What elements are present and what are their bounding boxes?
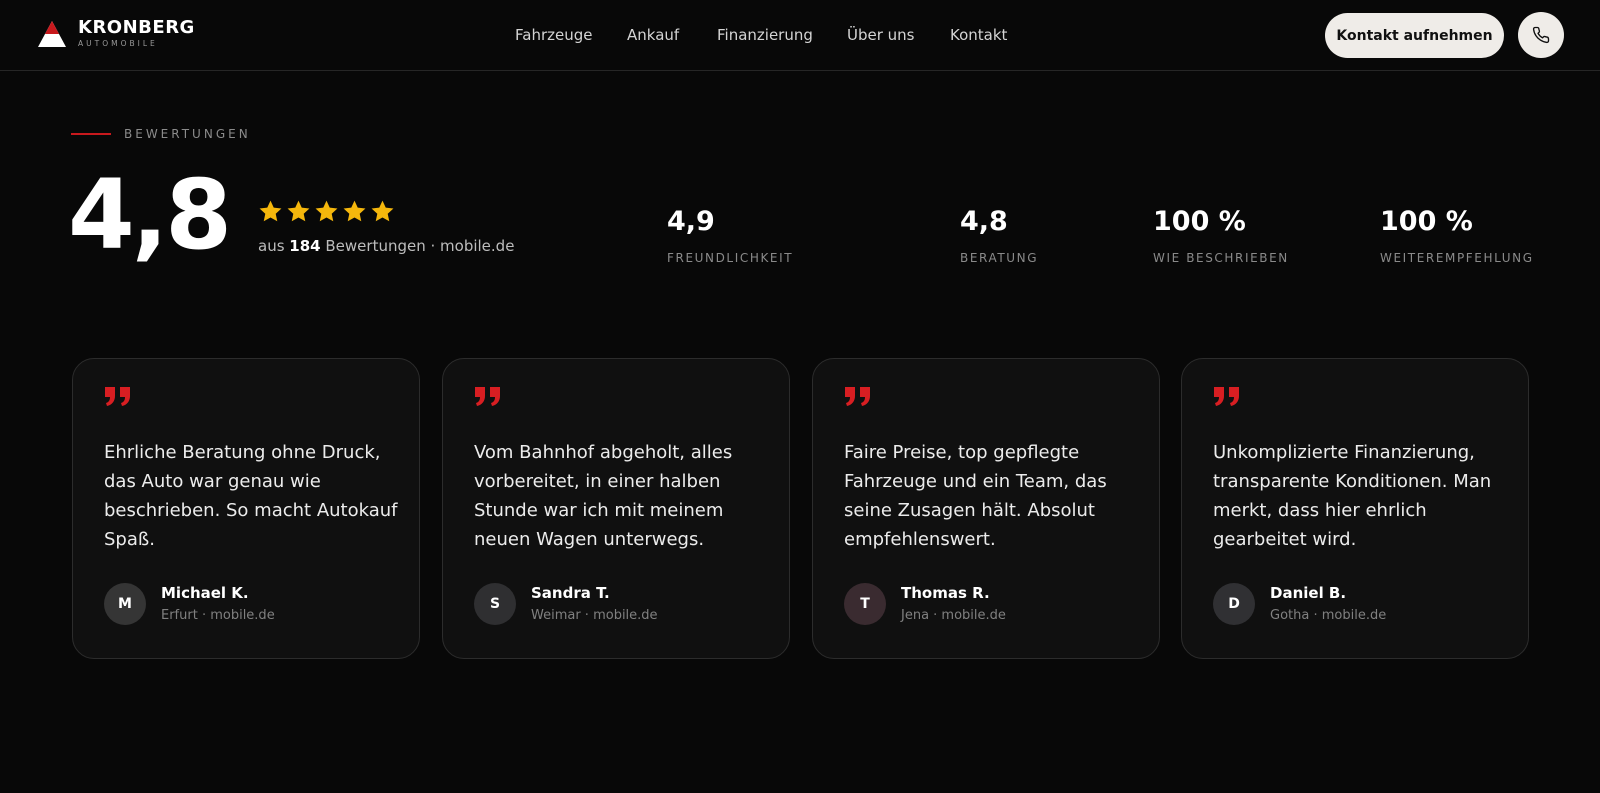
stat-freundlichkeit: 4,9 FREUNDLICHKEIT [667, 205, 793, 265]
nav-item-kontakt[interactable]: Kontakt [950, 26, 1007, 44]
rating-summary: aus 184 Bewertungen · mobile.de [258, 237, 514, 255]
star-icon [315, 200, 338, 222]
quote-icon [845, 387, 870, 406]
stat-value: 4,8 [960, 206, 1008, 237]
stat-value: 100 % [1153, 206, 1246, 237]
author-name: Sandra T. [531, 584, 610, 602]
review-text: Ehrliche Beratung ohne Druck, das Auto w… [104, 442, 398, 550]
nav-item-ueber-uns[interactable]: Über uns [847, 26, 915, 44]
stat-beratung: 4,8 BERATUNG [960, 205, 1038, 265]
star-icon [287, 200, 310, 222]
avatar: M [104, 583, 146, 625]
avatar: D [1213, 583, 1255, 625]
review-count: 184 [289, 237, 321, 255]
star-icon [259, 200, 282, 222]
star-icon [371, 200, 394, 222]
phone-button[interactable] [1518, 12, 1564, 58]
avatar: T [844, 583, 886, 625]
quote-icon [475, 387, 500, 406]
stat-label: WIE BESCHRIEBEN [1153, 251, 1289, 265]
author-name: Daniel B. [1270, 584, 1347, 602]
stat-label: BERATUNG [960, 251, 1039, 265]
rating-sub-suffix: Bewertungen · mobile.de [325, 237, 515, 255]
phone-icon [1532, 26, 1550, 44]
section-label-text: BEWERTUNGEN [124, 127, 251, 141]
stat-label: FREUNDLICHKEIT [667, 251, 794, 265]
review-card: Unkomplizierte Finanzierung, transparent… [1181, 358, 1529, 659]
author-meta: Jena · mobile.de [901, 608, 1006, 623]
author-name: Thomas R. [901, 584, 990, 602]
avatar: S [474, 583, 516, 625]
star-icon [343, 200, 366, 222]
quote-icon [105, 387, 130, 406]
author-meta: Weimar · mobile.de [531, 608, 658, 623]
review-card: Vom Bahnhof abgeholt, alles vorbereitet,… [442, 358, 790, 659]
review-text: Vom Bahnhof abgeholt, alles vorbereitet,… [474, 442, 733, 550]
overall-rating: 4,8 [68, 159, 232, 271]
site-header: KRONBERG AUTOMOBILE Fahrzeuge Ankauf Fin… [0, 0, 1600, 71]
author-name: Michael K. [161, 584, 249, 602]
review-card: Faire Preise, top gepflegte Fahrzeuge un… [812, 358, 1160, 659]
contact-button[interactable]: Kontakt aufnehmen [1325, 13, 1504, 58]
section-label-line [71, 133, 111, 135]
nav-item-finanzierung[interactable]: Finanzierung [717, 26, 813, 44]
nav-item-fahrzeuge[interactable]: Fahrzeuge [515, 26, 592, 44]
review-text: Faire Preise, top gepflegte Fahrzeuge un… [844, 442, 1107, 550]
stat-weiterempfehlung: 100 % WEITEREMPFEHLUNG [1380, 205, 1534, 265]
author-meta: Erfurt · mobile.de [161, 608, 275, 623]
review-card: Ehrliche Beratung ohne Druck, das Auto w… [72, 358, 420, 659]
stat-wie-beschrieben: 100 % WIE BESCHRIEBEN [1153, 205, 1289, 265]
rating-sub-prefix: aus [258, 237, 285, 255]
stat-label: WEITEREMPFEHLUNG [1380, 251, 1534, 265]
review-text: Unkomplizierte Finanzierung, transparent… [1213, 442, 1492, 550]
nav-item-ankauf[interactable]: Ankauf [627, 26, 679, 44]
quote-icon [1214, 387, 1239, 406]
rating-stars [258, 199, 395, 224]
stat-value: 4,9 [667, 206, 715, 237]
section-label: BEWERTUNGEN [71, 127, 251, 141]
stat-value: 100 % [1380, 206, 1473, 237]
author-meta: Gotha · mobile.de [1270, 608, 1387, 623]
